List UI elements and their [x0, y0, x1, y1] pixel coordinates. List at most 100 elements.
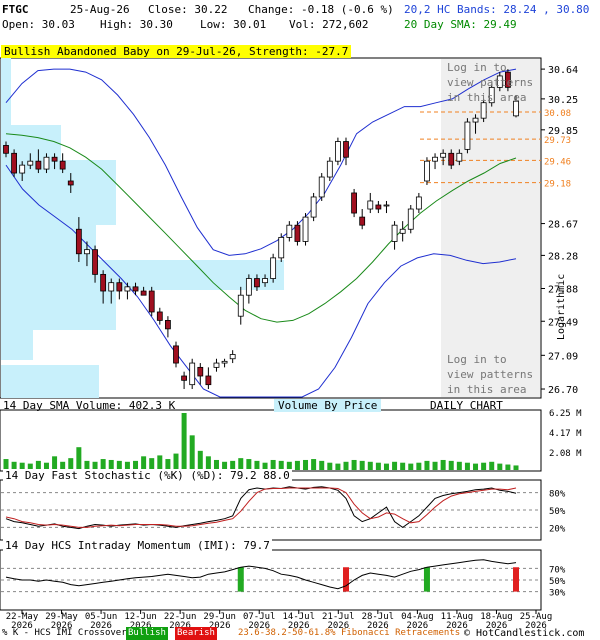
pattern-banner: Bullish Abandoned Baby on 29-Jul-26, Str…	[1, 45, 352, 58]
volume-bar	[157, 455, 163, 470]
candle-down	[205, 375, 212, 386]
candle-down	[51, 156, 58, 162]
volume-panel-label: 14 Day SMA Volume: 402.3 K	[3, 399, 176, 412]
candle-up	[415, 196, 422, 210]
candle-up	[480, 102, 487, 119]
candle-down	[181, 375, 187, 381]
candle-down	[67, 180, 74, 186]
candle-up	[310, 196, 317, 218]
volume-bar	[473, 463, 479, 470]
volume-bar	[76, 447, 82, 470]
legend-crossover-text: % K - HCS IMI Crossover,	[2, 628, 133, 638]
candle-down	[75, 228, 82, 255]
login-prompt-top-line2[interactable]: view patterns	[447, 76, 533, 89]
volume-bar	[432, 461, 438, 470]
volume-bar	[189, 435, 195, 470]
volume-bar	[464, 462, 470, 470]
volume-bar	[181, 413, 187, 470]
stochastic-d-line	[5, 487, 517, 528]
candle-up	[440, 152, 447, 158]
candle-up	[335, 141, 341, 162]
login-prompt-bottom-line2[interactable]: view patterns	[447, 368, 533, 381]
volume-bar	[489, 461, 495, 470]
candle-up	[456, 152, 463, 162]
volume-by-price-bar	[1, 290, 116, 330]
volume-bar	[367, 461, 373, 470]
logarithmic-scale-label: Logarithmic	[556, 273, 567, 340]
stochastic-tick-label: 50%	[549, 507, 566, 517]
volume-bar	[375, 462, 381, 470]
candle-up	[270, 257, 277, 279]
imi-panel-label: 14 Day HCS Intraday Momentum (IMI): 79.7	[3, 539, 272, 552]
login-prompt-top-line1[interactable]: Log in to	[447, 61, 507, 74]
candle-up	[245, 278, 252, 296]
candle-up	[399, 228, 406, 234]
imi-tick-label: 50%	[549, 577, 566, 587]
imi-signal-bar	[343, 567, 349, 592]
candle-down	[11, 152, 17, 174]
volume-bar	[408, 463, 414, 470]
price-tick-label: 28.28	[548, 251, 578, 262]
volume-bar	[343, 461, 349, 470]
copyright-text[interactable]: © HotCandlestick.com	[464, 627, 584, 640]
volume-bar	[327, 462, 333, 470]
candle-down	[156, 311, 163, 321]
open-value: Open: 30.03	[2, 18, 75, 31]
close-value: Close: 30.22	[148, 3, 228, 16]
candle-up	[464, 121, 471, 150]
volume-value: Vol: 272,602	[289, 18, 369, 31]
candle-down	[375, 204, 382, 210]
candle-down	[100, 273, 107, 292]
volume-bar	[197, 450, 203, 470]
candle-down	[165, 320, 171, 330]
imi-signal-bar	[237, 567, 244, 592]
price-tick-label: 29.85	[548, 126, 578, 137]
login-prompt-bottom-line1[interactable]: Log in to	[447, 353, 507, 366]
volume-bar	[424, 460, 430, 470]
candle-up	[391, 224, 398, 242]
login-prompt-bottom-line3[interactable]: in this area	[447, 383, 526, 396]
candle-down	[3, 145, 9, 154]
volume-bar	[440, 459, 446, 470]
candle-down	[254, 278, 260, 288]
candle-up	[229, 354, 236, 360]
candle-down	[132, 286, 139, 292]
volume-tick-label: 4.17 M	[549, 429, 582, 439]
price-tick-label: 30.25	[548, 95, 578, 106]
candle-down	[148, 290, 155, 313]
candle-up	[262, 278, 268, 284]
volume-bar	[513, 465, 519, 470]
candle-up	[19, 164, 26, 174]
candle-up	[213, 362, 220, 368]
low-value: Low: 30.01	[200, 18, 267, 31]
fibonacci-label: 29.18	[544, 180, 571, 190]
volume-by-price-bar	[1, 57, 11, 125]
candle-down	[92, 249, 98, 275]
fibonacci-label: 29.73	[544, 136, 571, 146]
volume-bar	[335, 463, 341, 470]
locked-area-shade	[441, 59, 540, 397]
price-tick-label: 27.09	[548, 351, 578, 362]
high-value: High: 30.30	[100, 18, 173, 31]
candle-down	[351, 192, 357, 214]
login-prompt-top-line3[interactable]: in this area	[447, 91, 526, 104]
stochastic-tick-label: 20%	[549, 524, 566, 534]
candle-up	[472, 117, 479, 123]
volume-bar	[173, 453, 179, 470]
candle-up	[302, 216, 309, 242]
candle-down	[35, 160, 42, 170]
fibonacci-label: 29.46	[544, 157, 571, 167]
volume-bar	[205, 456, 211, 470]
price-tick-label: 30.64	[548, 65, 578, 76]
candle-up	[27, 160, 34, 166]
volume-bar	[448, 460, 454, 470]
candle-up	[326, 160, 333, 178]
candle-up	[424, 160, 430, 182]
legend-fibonacci-text: 23.6-38.2-50-61.8% Fibonacci Retracement…	[238, 628, 461, 638]
stochastic-panel-label: 14 Day Fast Stochastic (%K) (%D): 79.2 8…	[3, 469, 292, 482]
candle-down	[173, 345, 179, 364]
fibonacci-label: 30.08	[544, 109, 571, 119]
imi-tick-label: 70%	[549, 565, 566, 575]
volume-bar	[359, 460, 365, 470]
price-tick-label: 28.67	[548, 220, 578, 231]
